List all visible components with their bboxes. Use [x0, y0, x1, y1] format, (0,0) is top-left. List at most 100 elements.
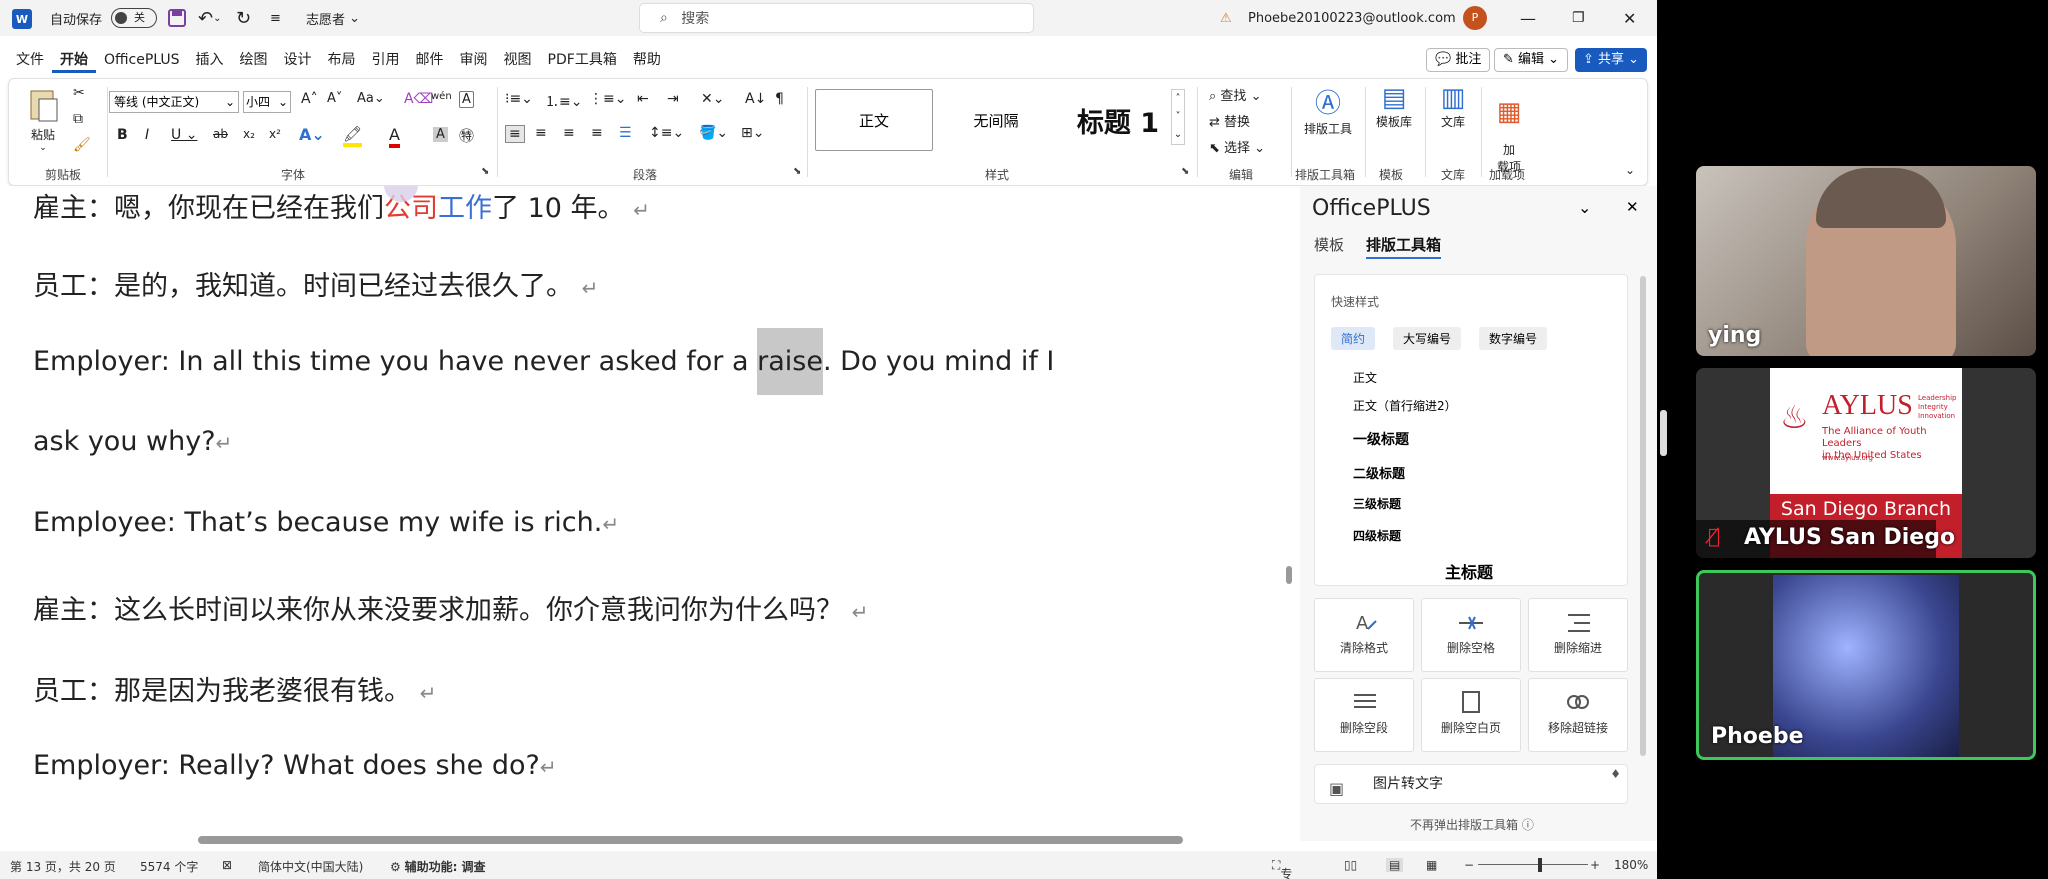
style-item-h1[interactable]: 一级标题	[1353, 429, 1409, 449]
panel-footer[interactable]: 不再弹出排版工具箱 ⓘ	[1410, 816, 1534, 833]
focus-mode[interactable]: ⛶ 专注	[1272, 858, 1292, 879]
layout-tool-button[interactable]: Ⓐ 排版工具	[1299, 83, 1357, 137]
shading-icon[interactable]: 🪣⌄	[699, 125, 728, 141]
document-horizontal-scrollbar[interactable]	[198, 836, 1183, 844]
panel-scrollbar[interactable]	[1640, 276, 1646, 756]
zoom-slider-thumb[interactable]	[1538, 858, 1542, 872]
chinese-layout-icon[interactable]: ✕⌄	[701, 91, 724, 107]
comment-button[interactable]: 💬 批注	[1426, 48, 1491, 72]
shrink-font-icon[interactable]: A˅	[327, 91, 342, 106]
font-color-icon[interactable]: A	[389, 125, 400, 148]
style-no-spacing[interactable]: 无间隔	[937, 89, 1055, 151]
chip-uppercase-numbering[interactable]: 大写编号	[1393, 327, 1462, 350]
cut-icon[interactable]: ✂	[73, 85, 85, 101]
library-button[interactable]: ▥ 文库	[1433, 83, 1473, 130]
document-vertical-scrollbar[interactable]	[1278, 186, 1300, 826]
style-item-h4[interactable]: 四级标题	[1353, 527, 1401, 544]
panel-tab-templates[interactable]: 模板	[1314, 234, 1344, 255]
save-icon[interactable]	[168, 0, 186, 36]
zoom-out-icon[interactable]: −	[1464, 858, 1474, 872]
font-name-select[interactable]: 等线 (中文正文) ⌄	[109, 91, 239, 113]
style-item-h2[interactable]: 二级标题	[1353, 463, 1405, 482]
redo-icon[interactable]: ↻	[236, 0, 251, 36]
autosave-toggle[interactable]: 关	[105, 0, 157, 36]
close-icon[interactable]: ✕	[1623, 0, 1636, 36]
tab-references[interactable]: 引用	[364, 47, 408, 73]
panel-tab-layout-toolbox[interactable]: 排版工具箱	[1366, 234, 1442, 259]
style-item-main-title[interactable]: 主标题	[1445, 559, 1493, 583]
tab-pdf-tools[interactable]: PDF工具箱	[540, 47, 625, 73]
multilevel-list-icon[interactable]: ⋮≡⌄	[589, 91, 626, 107]
bold-button[interactable]: B	[117, 127, 128, 143]
search-box[interactable]: ⌕ 搜索	[639, 3, 1034, 33]
italic-button[interactable]: I	[145, 127, 149, 143]
zoom-level[interactable]: 180%	[1614, 858, 1648, 872]
profile-dropdown[interactable]: 志愿者 ⌄	[306, 0, 360, 36]
character-shading-icon[interactable]: A	[433, 127, 448, 142]
select-button[interactable]: ⬉ 选择 ⌄	[1209, 137, 1265, 156]
collapse-ribbon-icon[interactable]: ⌄	[1625, 163, 1635, 177]
image-to-text-card[interactable]: ▣ 图片转文字 ♦	[1314, 764, 1628, 804]
style-heading-1[interactable]: 标题 1	[1059, 89, 1177, 151]
style-item-normal-indent[interactable]: 正文（首行缩进2）	[1353, 397, 1457, 414]
styles-dialog-launcher-icon[interactable]: ⬊	[1181, 166, 1189, 177]
print-layout-icon[interactable]: ▤	[1386, 858, 1404, 872]
delete-empty-paragraph-card[interactable]: 删除空段	[1314, 678, 1414, 752]
clear-formatting-icon[interactable]: A⌫	[404, 91, 433, 107]
copy-icon[interactable]: ⧉	[73, 111, 83, 127]
decrease-indent-icon[interactable]: ⇤	[637, 91, 649, 107]
chip-number-numbering[interactable]: 数字编号	[1479, 327, 1548, 350]
page-count[interactable]: 第 13 页，共 20 页	[10, 858, 116, 875]
zoom-slider[interactable]	[1478, 864, 1588, 865]
numbering-icon[interactable]: ⒈≡⌄	[545, 91, 582, 111]
distributed-button[interactable]: ☰	[619, 125, 632, 141]
minimize-icon[interactable]: —	[1520, 0, 1536, 36]
accessibility-status[interactable]: ⚙ 辅助功能: 调查	[390, 858, 486, 875]
tab-draw[interactable]: 绘图	[232, 47, 276, 73]
tab-insert[interactable]: 插入	[188, 47, 232, 73]
styles-scroll-icon[interactable]: ˄ ˅ ⌄	[1171, 89, 1185, 145]
sort-icon[interactable]: A↓	[745, 91, 766, 107]
document-body[interactable]: 雇主：嗯，你现在已经在我们公司工作了 10 年。 ↵ 员工：是的，我知道。时间已…	[0, 186, 1278, 826]
video-tile-aylus[interactable]: ♨ AYLUS Leadership Integrity Innovation Th…	[1696, 368, 2036, 558]
tab-review[interactable]: 审阅	[452, 47, 496, 73]
tab-file[interactable]: 文件	[8, 47, 52, 73]
split-handle[interactable]	[1660, 410, 1667, 456]
tab-layout[interactable]: 布局	[320, 47, 364, 73]
align-right-button[interactable]: ≡	[563, 125, 575, 141]
style-item-normal[interactable]: 正文	[1353, 369, 1377, 386]
highlight-color-icon[interactable]: 🖍	[343, 125, 363, 147]
style-normal[interactable]: 正文	[815, 89, 933, 151]
word-count[interactable]: 5574 个字	[140, 858, 198, 875]
avatar[interactable]: P	[1463, 0, 1487, 36]
tab-mailings[interactable]: 邮件	[408, 47, 452, 73]
text-effects-icon[interactable]: A⌄	[299, 125, 325, 144]
web-layout-icon[interactable]: ▦	[1426, 858, 1437, 872]
replace-button[interactable]: ⇄ 替换	[1209, 111, 1250, 130]
clear-format-card[interactable]: A 清除格式	[1314, 598, 1414, 672]
restore-icon[interactable]: ❐	[1572, 0, 1585, 36]
tab-officeplus[interactable]: OfficePLUS	[96, 47, 188, 73]
strikethrough-button[interactable]: ab	[213, 127, 228, 141]
remove-hyperlink-card[interactable]: 移除超链接	[1528, 678, 1628, 752]
character-border-icon[interactable]: A	[459, 91, 474, 108]
proofing-icon[interactable]: ⊠	[222, 858, 232, 872]
customize-qat-icon[interactable]: ≡	[270, 0, 281, 36]
paste-button[interactable]: 粘贴 ⌄	[23, 87, 63, 153]
tab-view[interactable]: 视图	[496, 47, 540, 73]
font-size-select[interactable]: 小四 ⌄	[243, 91, 291, 113]
account-email[interactable]: Phoebe20100223@outlook.com	[1248, 0, 1456, 36]
zoom-in-icon[interactable]: +	[1590, 858, 1600, 872]
style-item-h3[interactable]: 三级标题	[1353, 495, 1401, 512]
bullets-icon[interactable]: ⁝≡⌄	[505, 91, 533, 107]
read-mode-icon[interactable]: ▯▯	[1344, 858, 1357, 872]
line-spacing-icon[interactable]: ↕≡⌄	[649, 125, 684, 141]
align-left-button[interactable]: ≡	[505, 125, 525, 143]
change-case-icon[interactable]: Aa⌄	[357, 91, 385, 106]
increase-indent-icon[interactable]: ⇥	[667, 91, 679, 107]
chip-simple[interactable]: 简约	[1331, 327, 1376, 350]
tab-home[interactable]: 开始	[52, 47, 96, 73]
selected-text[interactable]: raise	[757, 328, 823, 395]
justify-button[interactable]: ≡	[591, 125, 603, 141]
edit-mode-button[interactable]: ✎ 编辑 ⌄	[1494, 48, 1569, 72]
